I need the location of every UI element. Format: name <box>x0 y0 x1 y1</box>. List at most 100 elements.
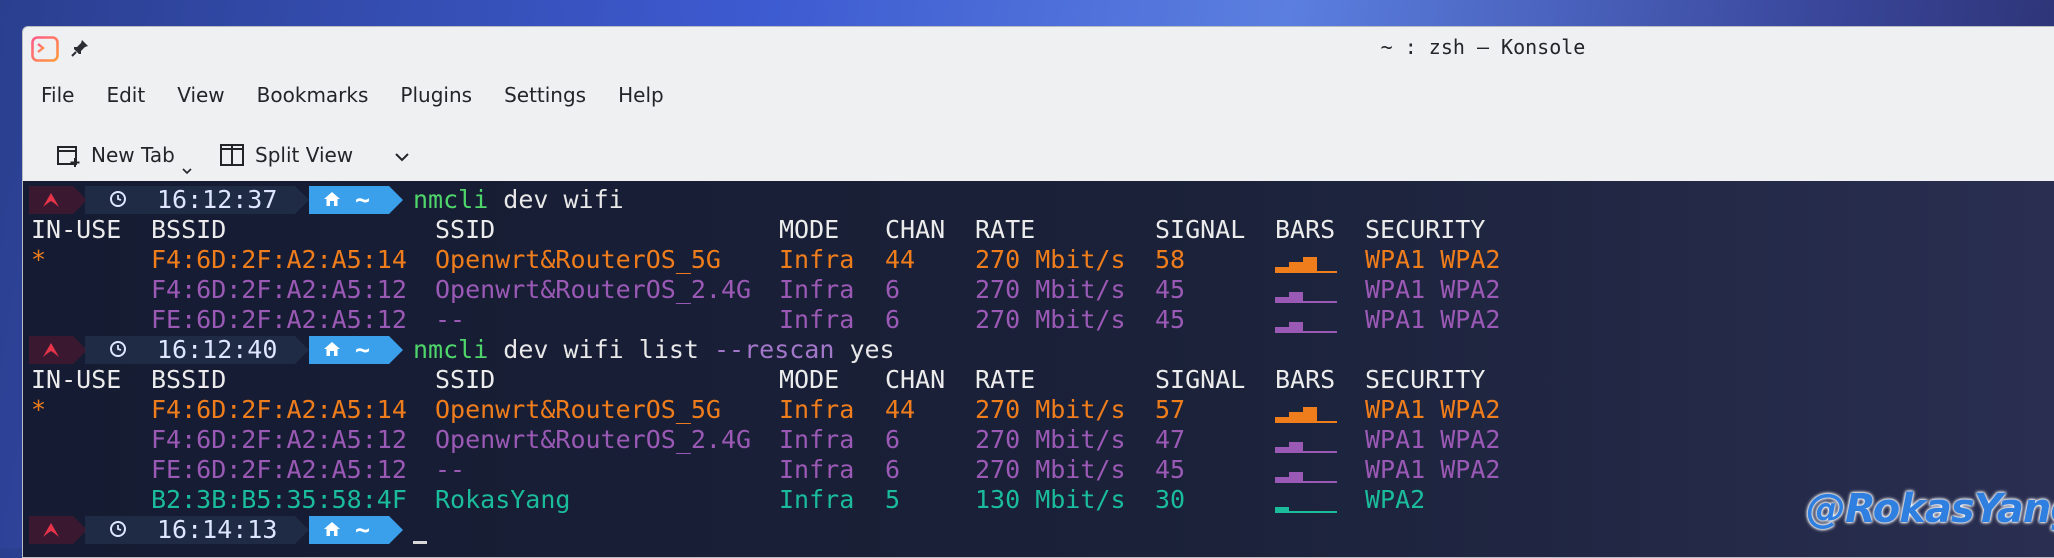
table-row: F4:6D:2F:A2:A5:12 Openwrt&RouterOS_2.4G In… <box>23 425 2054 455</box>
new-tab-dropdown-icon[interactable] <box>181 167 193 175</box>
signal-bars <box>1275 401 1337 423</box>
table-row: * F4:6D:2F:A2:A5:14 Openwrt&RouterOS_5G Inf… <box>23 395 2054 425</box>
toolbar: New Tab Split View <box>23 123 2054 190</box>
cell-chan: 6 <box>885 425 901 454</box>
new-tab-label: New Tab <box>91 143 175 167</box>
cell-security: WPA1 WPA2 <box>1365 455 1501 484</box>
signal-baseline <box>1275 301 1337 303</box>
cell-signal: 57 <box>1155 395 1186 424</box>
prompt-dir: ~ <box>355 335 371 364</box>
cell-security: WPA1 WPA2 <box>1365 425 1501 454</box>
cell-bssid: B2:3B:B5:35:58:4F <box>151 485 407 514</box>
prompt-separator <box>389 336 403 364</box>
prompt-separator <box>295 336 309 364</box>
signal-bars <box>1275 251 1337 273</box>
cell-signal: 47 <box>1155 425 1186 454</box>
cell-bssid: F4:6D:2F:A2:A5:14 <box>151 245 407 274</box>
column-header-chan: CHAN <box>885 215 946 244</box>
menu-settings[interactable]: Settings <box>488 75 602 115</box>
prompt-separator <box>389 186 403 214</box>
column-header-security: SECURITY <box>1365 215 1486 244</box>
split-view-label: Split View <box>255 143 354 167</box>
cell-bssid: FE:6D:2F:A2:A5:12 <box>151 455 407 484</box>
cell-signal: 45 <box>1155 275 1186 304</box>
prompt-line: 16:14:13 ~ <box>23 515 2054 545</box>
menu-bookmarks[interactable]: Bookmarks <box>241 75 385 115</box>
arch-logo-icon <box>43 193 59 207</box>
cell-ssid: RokasYang <box>435 485 571 514</box>
menu-view[interactable]: View <box>161 75 240 115</box>
cell-ssid: Openwrt&RouterOS_5G <box>435 245 721 274</box>
prompt-dir-segment <box>309 186 389 214</box>
home-icon <box>324 342 340 356</box>
command-flag: --rescan <box>714 335 835 364</box>
table-row: FE:6D:2F:A2:A5:12 -- Infra 6 270 Mbit/s 45 WPA… <box>23 455 2054 485</box>
terminal-view[interactable]: 16:12:37 ~ nmcli dev wifi IN-USE BSSID SSID MO… <box>23 181 2054 557</box>
column-header-mode: MODE <box>779 365 840 394</box>
konsole-window: ~ : zsh — Konsole File Edit View Bookmar… <box>22 26 2054 558</box>
command-flag-value: yes <box>834 335 895 364</box>
menu-help[interactable]: Help <box>602 75 680 115</box>
prompt-dir: ~ <box>355 185 371 214</box>
prompt-time: 16:12:40 <box>157 335 278 364</box>
terminal-cursor <box>413 541 427 544</box>
clock-icon <box>110 191 126 207</box>
cell-mode: Infra <box>779 485 855 514</box>
menu-file[interactable]: File <box>23 75 90 115</box>
home-icon <box>324 522 340 536</box>
new-tab-button[interactable]: New Tab <box>55 135 175 175</box>
signal-baseline <box>1275 421 1337 423</box>
menu-edit[interactable]: Edit <box>90 75 161 115</box>
cell-security: WPA1 WPA2 <box>1365 275 1501 304</box>
cell-rate: 270 Mbit/s <box>975 305 1126 334</box>
cell-bssid: F4:6D:2F:A2:A5:12 <box>151 425 407 454</box>
cell-bssid: FE:6D:2F:A2:A5:12 <box>151 305 407 334</box>
cell-bssid: F4:6D:2F:A2:A5:14 <box>151 395 407 424</box>
cell-in-use: * <box>31 245 47 274</box>
cell-rate: 270 Mbit/s <box>975 395 1126 424</box>
table-header: IN-USE BSSID SSID MODE CHAN RATE SIGNAL BARS SEC… <box>23 365 2054 395</box>
column-header-ssid: SSID <box>435 365 496 394</box>
table-header: IN-USE BSSID SSID MODE CHAN RATE SIGNAL BARS SEC… <box>23 215 2054 245</box>
column-header-ssid: SSID <box>435 215 496 244</box>
column-header-rate: RATE <box>975 215 1036 244</box>
signal-baseline <box>1275 271 1337 273</box>
command-args: dev wifi <box>488 185 624 214</box>
prompt-separator <box>295 186 309 214</box>
clock-icon <box>110 341 126 357</box>
cell-signal: 45 <box>1155 455 1186 484</box>
cell-mode: Infra <box>779 275 855 304</box>
cell-ssid: -- <box>435 305 466 334</box>
cell-ssid: Openwrt&RouterOS_2.4G <box>435 275 752 304</box>
column-header-bssid: BSSID <box>151 215 227 244</box>
column-header-mode: MODE <box>779 215 840 244</box>
split-view-button[interactable]: Split View <box>219 135 353 175</box>
signal-baseline <box>1275 511 1337 513</box>
menu-plugins[interactable]: Plugins <box>384 75 488 115</box>
cell-ssid: Openwrt&RouterOS_5G <box>435 395 721 424</box>
cell-mode: Infra <box>779 455 855 484</box>
cell-signal: 58 <box>1155 245 1186 274</box>
cell-mode: Infra <box>779 245 855 274</box>
cell-rate: 270 Mbit/s <box>975 245 1126 274</box>
cell-security: WPA1 WPA2 <box>1365 395 1501 424</box>
signal-bars <box>1275 491 1337 513</box>
prompt-time: 16:12:37 <box>157 185 278 214</box>
cell-chan: 5 <box>885 485 901 514</box>
cell-chan: 44 <box>885 395 916 424</box>
cell-mode: Infra <box>779 395 855 424</box>
prompt-dir-segment <box>309 336 389 364</box>
title-bar[interactable]: ~ : zsh — Konsole <box>23 27 2054 69</box>
command-name: nmcli <box>413 335 489 364</box>
watermark: @RokasYang <box>1806 486 2054 532</box>
menu-bar: File Edit View Bookmarks Plugins Setting… <box>23 75 680 115</box>
prompt-time: 16:14:13 <box>157 515 278 544</box>
column-header-bssid: BSSID <box>151 365 227 394</box>
home-icon <box>324 192 340 206</box>
column-header-bars: BARS <box>1275 215 1336 244</box>
split-view-dropdown-icon[interactable] <box>393 151 411 163</box>
prompt-separator <box>389 516 403 544</box>
new-tab-icon <box>57 146 80 167</box>
cell-security: WPA1 WPA2 <box>1365 245 1501 274</box>
pin-icon[interactable] <box>69 37 91 59</box>
